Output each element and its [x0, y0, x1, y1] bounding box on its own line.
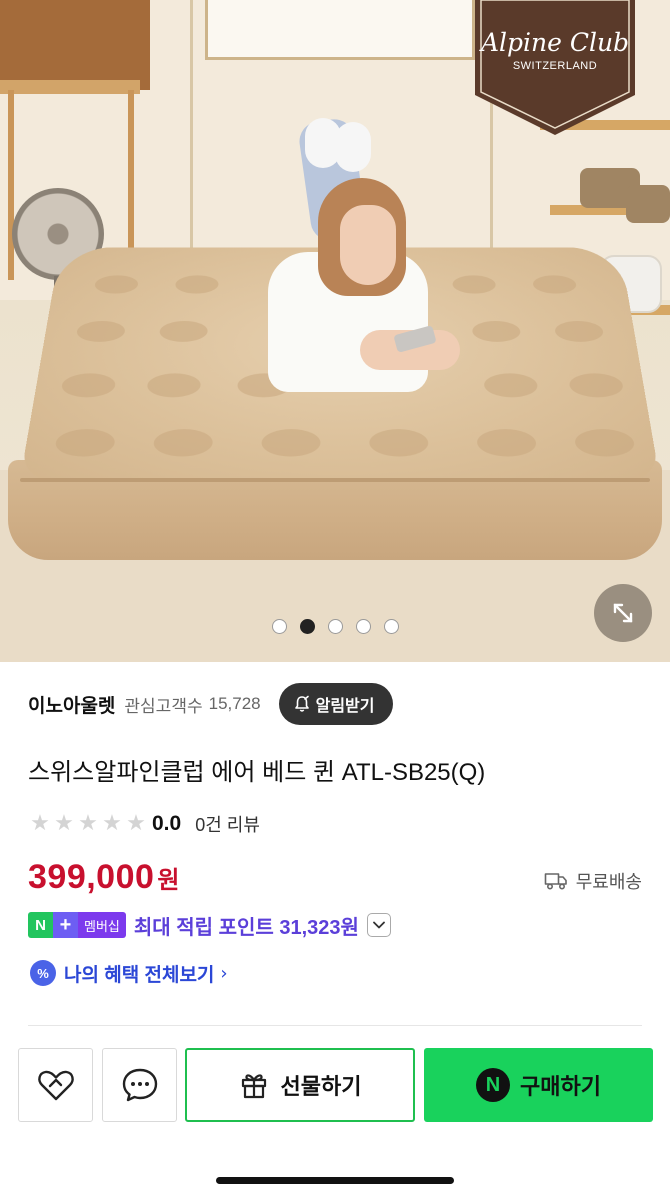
points-text: 최대 적립 포인트 31,323원 — [133, 916, 359, 939]
naver-plus-membership-badge: N + 멤버십 — [28, 912, 126, 938]
price: 399,000 원 — [28, 858, 180, 902]
expand-image-button[interactable] — [594, 584, 652, 642]
star-icon: ★ — [102, 811, 122, 836]
truck-icon — [544, 873, 567, 890]
bell-icon — [294, 695, 309, 712]
divider — [28, 1025, 642, 1026]
star-icon: ★ — [78, 811, 98, 836]
review-count[interactable]: 0건 리뷰 — [195, 811, 260, 837]
notify-label: 알림받기 — [315, 698, 375, 715]
person-face — [340, 205, 396, 285]
brand-logo-main: Alpine Club — [480, 28, 630, 57]
chevron-right-icon: › — [220, 962, 228, 984]
wishlist-button[interactable] — [18, 1048, 93, 1122]
badge-n: N — [28, 912, 53, 938]
gift-button[interactable]: 선물하기 — [185, 1048, 415, 1122]
star-icon: ★ — [30, 811, 50, 836]
membership-points[interactable]: N + 멤버십 최대 적립 포인트 31,323원 — [28, 910, 391, 940]
notify-button[interactable]: 알림받기 — [278, 683, 393, 725]
percent-badge-icon: % — [30, 960, 56, 986]
my-benefits-link[interactable]: % 나의 혜택 전체보기 › — [30, 958, 228, 988]
price-value: 399,000 — [28, 858, 155, 896]
product-title: 스위스알파인클럽 에어 베드 퀸 ATL-SB25(Q) — [28, 759, 486, 786]
bottom-action-bar: 선물하기 N 구매하기 — [0, 1040, 670, 1150]
shelf-leg — [8, 90, 14, 280]
image-pagination — [0, 619, 670, 639]
wooden-shelf — [0, 80, 140, 94]
brand-logo-sub: SWITZERLAND — [512, 60, 598, 72]
rating-summary[interactable]: ★ ★ ★ ★ ★ 0.0 0건 리뷰 — [28, 810, 260, 838]
basket — [626, 185, 670, 223]
store-name[interactable]: 이노아울렛 — [28, 691, 115, 718]
rating-value: 0.0 — [152, 812, 182, 835]
shipping-label: 무료배송 — [575, 872, 642, 892]
badge-plus: + — [53, 912, 78, 938]
watchers-count: 15,728 — [208, 694, 261, 713]
expand-icon — [613, 603, 633, 623]
store-info: 이노아울렛 관심고객수 15,728 알림받기 — [28, 683, 393, 725]
pagination-dot-active[interactable] — [299, 619, 315, 634]
star-icon: ★ — [126, 811, 146, 836]
shipping-info: 무료배송 — [544, 866, 642, 896]
pagination-dot[interactable] — [355, 619, 371, 634]
tent-window — [205, 0, 475, 60]
star-icon: ★ — [54, 811, 74, 836]
naver-pay-icon: N — [476, 1068, 511, 1102]
talk-chat-button[interactable] — [102, 1048, 177, 1122]
price-unit: 원 — [157, 867, 180, 894]
gift-label: 선물하기 — [280, 1074, 362, 1099]
wooden-cabinet — [0, 0, 150, 90]
points-expand-button[interactable] — [366, 913, 391, 937]
watchers-label: 관심고객수 — [124, 696, 203, 716]
brand-logo-badge: Alpine Club SWITZERLAND — [475, 0, 635, 138]
product-image[interactable]: Alpine Club SWITZERLAND — [0, 0, 670, 662]
buy-label: 구매하기 — [520, 1074, 601, 1099]
chevron-down-icon — [373, 921, 385, 929]
pagination-dot[interactable] — [271, 619, 287, 634]
badge-label: 멤버십 — [78, 912, 126, 938]
mattress-seam — [20, 478, 650, 482]
benefits-label: 나의 혜택 전체보기 — [64, 964, 215, 986]
heart-icon — [37, 1070, 74, 1101]
pagination-dot[interactable] — [383, 619, 399, 634]
sock — [335, 122, 371, 172]
gift-icon — [241, 1074, 266, 1099]
pagination-dot[interactable] — [327, 619, 343, 634]
chat-icon — [122, 1068, 157, 1102]
rating-stars: ★ ★ ★ ★ ★ — [28, 812, 148, 836]
buy-button[interactable]: N 구매하기 — [424, 1048, 653, 1122]
home-indicator[interactable] — [216, 1177, 454, 1184]
